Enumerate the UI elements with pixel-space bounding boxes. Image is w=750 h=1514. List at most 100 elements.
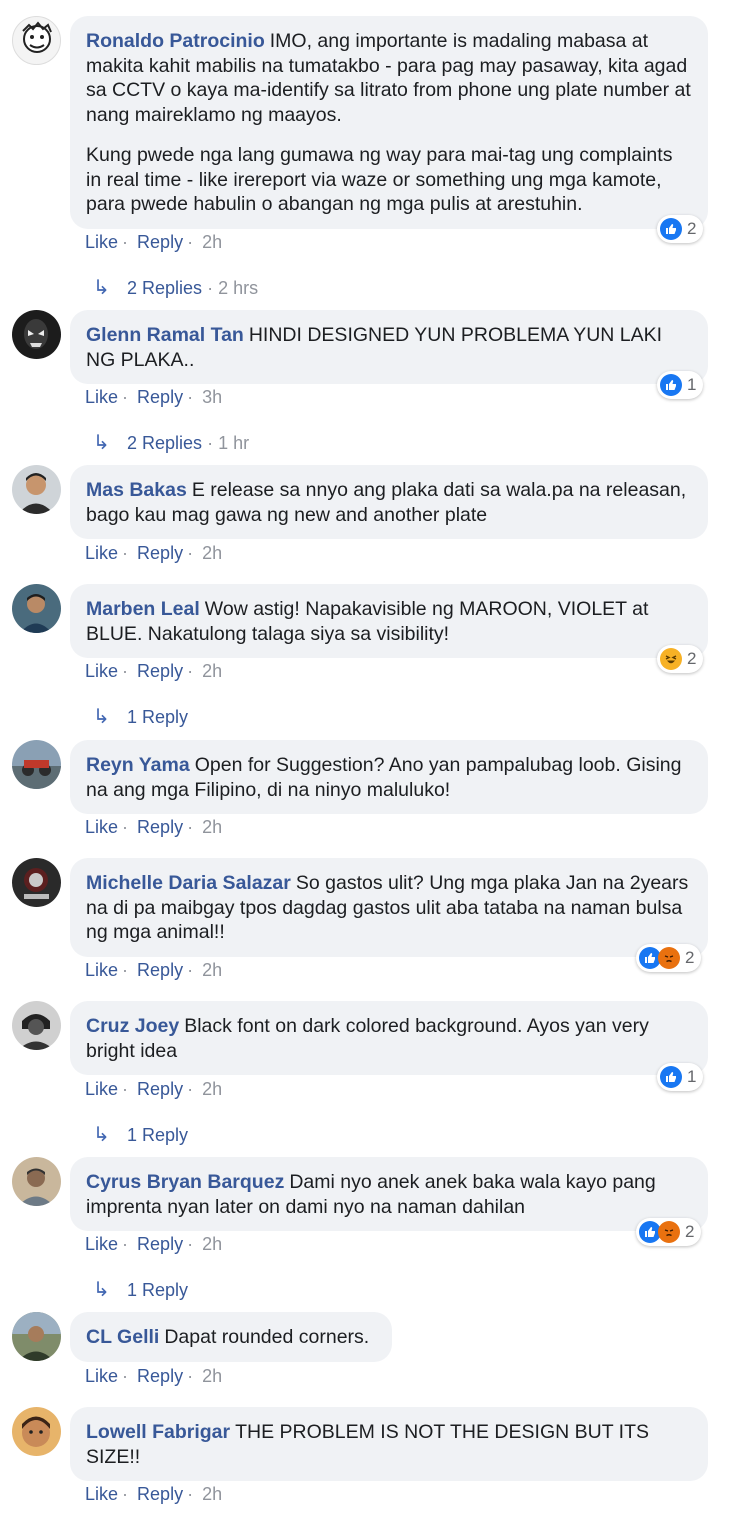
like-icon [660,374,682,396]
comment-author[interactable]: Marben Leal [86,598,200,620]
comment-bubble: Cruz Joey Black font on dark colored back… [70,1001,708,1075]
avatar[interactable] [12,16,61,65]
reaction-summary[interactable]: 2 [636,1218,702,1246]
like-link[interactable]: Like [85,1079,118,1099]
comment-actions: Like · Reply · 2h [85,817,223,837]
reply-arrow-icon: ↳ [93,1279,110,1301]
comment-bubble: Cyrus Bryan Barquez Dami nyo anek anek ba… [70,1157,708,1231]
reaction-count: 2 [687,649,697,668]
reaction-count: 1 [687,375,697,394]
comment-author[interactable]: Michelle Daria Salazar [86,872,291,894]
avatar[interactable] [12,465,61,514]
comment-bubble: Glenn Ramal Tan HINDI DESIGNED YUN PROBLE… [70,310,708,384]
comment-bubble: Lowell Fabrigar THE PROBLEM IS NOT THE DE… [70,1407,708,1481]
reaction-summary[interactable]: 2 [657,215,704,243]
like-icon [660,218,682,240]
avatar[interactable] [12,584,61,633]
comment-author[interactable]: CL Gelli [86,1326,159,1348]
comment-time[interactable]: 2h [202,1484,222,1504]
avatar[interactable] [12,310,61,359]
reply-link[interactable]: Reply [137,1484,183,1504]
avatar[interactable] [12,1407,61,1456]
avatar[interactable] [12,740,61,789]
comment-bubble: Marben Leal Wow astig! Napakavisible ng M… [70,584,708,658]
reaction-summary[interactable]: 1 [657,1063,704,1091]
comment-time[interactable]: 2h [202,817,222,837]
view-replies-link[interactable]: ↳ 1 Reply [93,704,188,729]
comment-time[interactable]: 2h [202,1366,222,1386]
like-link[interactable]: Like [85,387,118,407]
comment-actions: Like · Reply · 2h [85,232,223,252]
comment-time[interactable]: 2h [202,232,222,252]
comment-time[interactable]: 3h [202,387,222,407]
reply-link[interactable]: Reply [137,960,183,980]
comment-text: Dapat rounded corners. [164,1326,370,1348]
avatar[interactable] [12,1001,61,1050]
view-replies-link[interactable]: ↳ 1 Reply [93,1122,188,1147]
reply-link[interactable]: Reply [137,232,183,252]
comment-actions: Like · Reply · 2h [85,1079,223,1099]
avatar[interactable] [12,1312,61,1361]
comment-bubble: Reyn Yama Open for Suggestion? Ano yan pa… [70,740,708,814]
comment-time[interactable]: 2h [202,960,222,980]
reply-arrow-icon: ↳ [93,706,110,728]
comment-actions: Like · Reply · 2h [85,960,223,980]
comment-author[interactable]: Glenn Ramal Tan [86,324,244,346]
like-link[interactable]: Like [85,232,118,252]
reply-link[interactable]: Reply [137,817,183,837]
reaction-count: 1 [687,1067,697,1086]
comment-bubble: CL Gelli Dapat rounded corners. [70,1312,392,1362]
view-replies-link[interactable]: ↳ 2 Replies · 2 hrs [93,275,258,300]
view-replies-link[interactable]: ↳ 1 Reply [93,1277,188,1302]
avatar[interactable] [12,1157,61,1206]
haha-icon [660,648,682,670]
reply-link[interactable]: Reply [137,1079,183,1099]
comment-actions: Like · Reply · 2h [85,1366,223,1386]
comment-actions: Like · Reply · 2h [85,1234,223,1254]
like-link[interactable]: Like [85,1234,118,1254]
replies-time: 1 hr [218,433,250,453]
reaction-summary[interactable]: 2 [636,944,702,972]
like-icon [660,1066,682,1088]
reply-arrow-icon: ↳ [93,432,110,454]
comment-time[interactable]: 2h [202,1079,222,1099]
comment-bubble: Michelle Daria Salazar So gastos ulit? Un… [70,858,708,957]
like-link[interactable]: Like [85,960,118,980]
angry-icon [658,1221,680,1243]
reply-arrow-icon: ↳ [93,277,110,299]
comment-time[interactable]: 2h [202,543,222,563]
like-link[interactable]: Like [85,1484,118,1504]
reaction-summary[interactable]: 2 [657,645,704,673]
replies-time: 2 hrs [218,278,259,298]
like-link[interactable]: Like [85,543,118,563]
comment-author[interactable]: Cruz Joey [86,1015,179,1037]
comment-actions: Like · Reply · 2h [85,1484,223,1504]
comment-time[interactable]: 2h [202,661,222,681]
comment-author[interactable]: Reyn Yama [86,754,190,776]
reaction-count: 2 [685,1222,695,1241]
reply-link[interactable]: Reply [137,543,183,563]
avatar[interactable] [12,858,61,907]
reply-link[interactable]: Reply [137,661,183,681]
comment-author[interactable]: Lowell Fabrigar [86,1421,230,1443]
angry-icon [658,947,680,969]
comment-time[interactable]: 2h [202,1234,222,1254]
like-link[interactable]: Like [85,661,118,681]
comment-bubble: Mas Bakas E release sa nnyo ang plaka dat… [70,465,708,539]
reaction-count: 2 [685,948,695,967]
reply-arrow-icon: ↳ [93,1124,110,1146]
comment-author[interactable]: Mas Bakas [86,479,187,501]
reply-link[interactable]: Reply [137,1234,183,1254]
like-link[interactable]: Like [85,817,118,837]
reply-link[interactable]: Reply [137,1366,183,1386]
comment-author[interactable]: Cyrus Bryan Barquez [86,1171,284,1193]
reaction-summary[interactable]: 1 [657,371,704,399]
reaction-count: 2 [687,219,697,238]
comment-bubble: Ronaldo Patrocinio IMO, ang importante is… [70,16,708,229]
comment-author[interactable]: Ronaldo Patrocinio [86,30,265,52]
comment-actions: Like · Reply · 2h [85,543,223,563]
like-link[interactable]: Like [85,1366,118,1386]
reply-link[interactable]: Reply [137,387,183,407]
view-replies-link[interactable]: ↳ 2 Replies · 1 hr [93,430,249,455]
comment-actions: Like · Reply · 3h [85,387,223,407]
